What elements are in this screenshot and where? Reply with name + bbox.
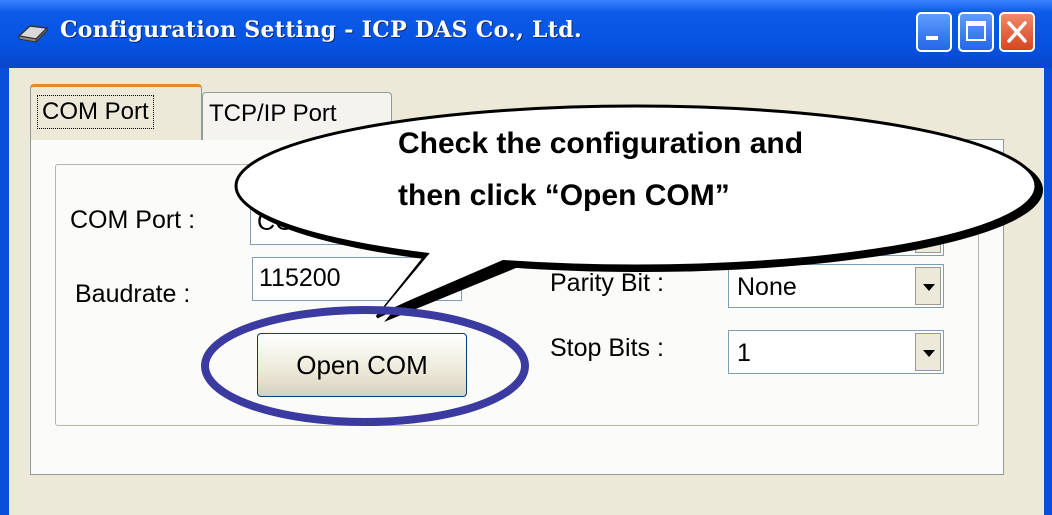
window-border-right	[1044, 68, 1052, 515]
parity-bit-value: None	[737, 273, 797, 301]
callout-line-2: then click “Open COM”	[398, 179, 730, 212]
close-icon	[1007, 21, 1027, 43]
parity-bit-label: Parity Bit :	[550, 269, 664, 297]
close-button[interactable]	[999, 12, 1035, 52]
tab-tcp-ip-port[interactable]: TCP/IP Port	[202, 92, 392, 140]
callout-line-1: Check the configuration and	[398, 127, 804, 160]
window-border-left	[0, 68, 9, 515]
stop-bits-label: Stop Bits :	[550, 334, 664, 362]
minimize-icon	[926, 36, 938, 40]
maximize-button[interactable]	[958, 12, 994, 52]
tab-com-port[interactable]: COM Port	[30, 84, 202, 140]
callout-text: Check the configuration and then click “…	[398, 118, 958, 222]
stop-bits-select[interactable]: 1	[728, 330, 944, 374]
tab-com-port-label: COM Port	[37, 95, 154, 129]
window-title: Configuration Setting - ICP DAS Co., Ltd…	[60, 17, 582, 43]
open-com-button[interactable]: Open COM	[257, 333, 467, 397]
title-bar[interactable]: Configuration Setting - ICP DAS Co., Ltd…	[0, 0, 1052, 68]
baudrate-label: Baudrate :	[75, 280, 191, 308]
stop-bits-value: 1	[737, 339, 751, 367]
config-window: Configuration Setting - ICP DAS Co., Ltd…	[0, 0, 1052, 515]
baudrate-field[interactable]: 115200	[252, 257, 462, 301]
minimize-button[interactable]	[916, 12, 952, 52]
com-port-label: COM Port :	[70, 206, 196, 234]
parity-bit-select[interactable]: None	[728, 264, 944, 308]
chevron-down-icon[interactable]	[915, 267, 941, 305]
tab-tcp-ip-port-label: TCP/IP Port	[209, 100, 337, 127]
app-icon	[17, 25, 49, 44]
maximize-icon	[966, 21, 986, 41]
chevron-down-icon[interactable]	[915, 333, 941, 371]
